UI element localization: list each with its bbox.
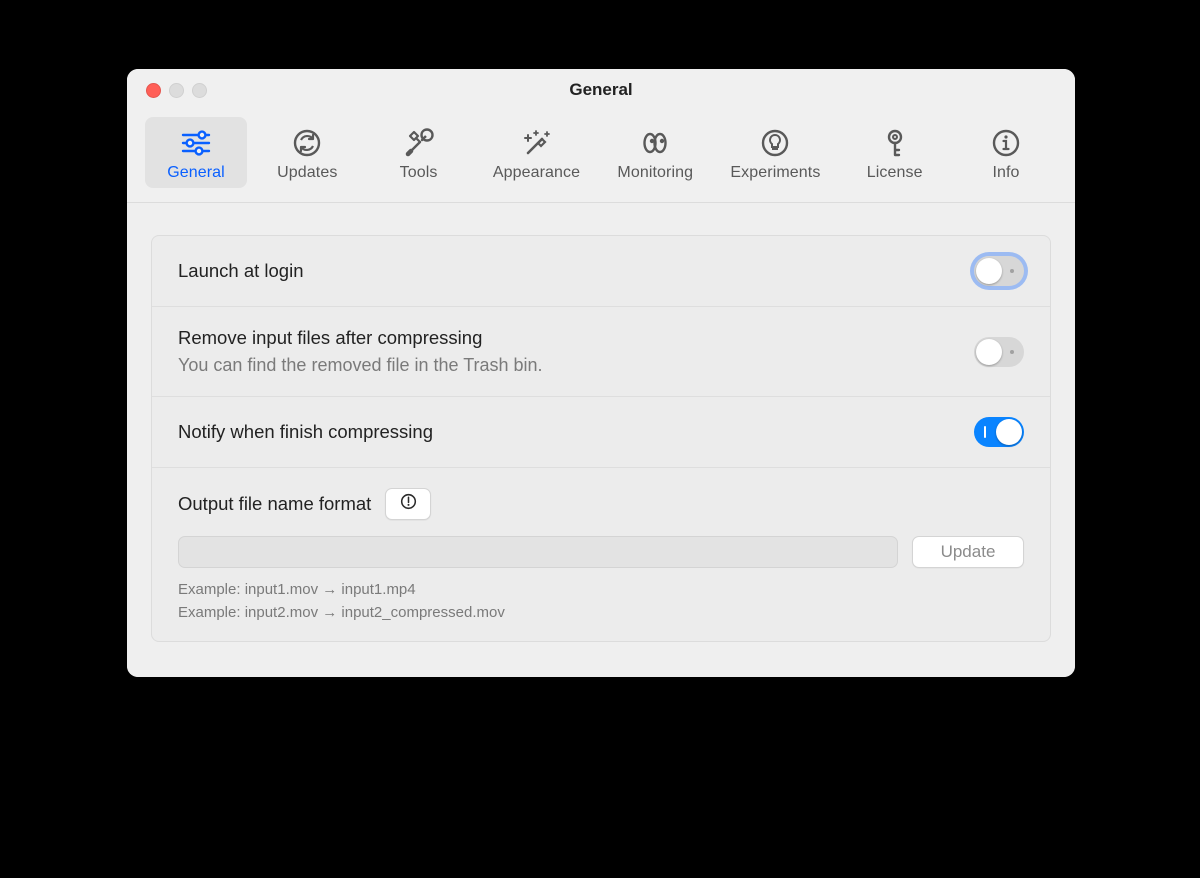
tab-experiments-label: Experiments [730,164,820,182]
tab-monitoring-label: Monitoring [617,164,693,182]
tab-monitoring[interactable]: Monitoring [603,117,707,188]
settings-panel: Launch at login Remove input files after… [151,235,1051,642]
toggle-remove-input[interactable] [974,337,1024,367]
window-title: General [569,80,632,100]
tab-appearance[interactable]: Appearance [479,117,594,188]
output-format-label: Output file name format [178,493,371,515]
remove-input-label: Remove input files after compressing [178,327,543,349]
traffic-lights [146,83,207,98]
remove-input-sublabel: You can find the removed file in the Tra… [178,355,543,376]
tab-tools-label: Tools [400,164,438,182]
tab-license-label: License [867,164,923,182]
output-format-update-button[interactable]: Update [912,536,1024,568]
preferences-window: General General [127,69,1075,677]
tab-experiments[interactable]: Experiments [716,117,834,188]
tab-general-label: General [167,164,225,182]
tab-license[interactable]: License [844,117,946,188]
output-example-2: Example: input2.mov → input2_compressed.… [178,601,1024,624]
output-format-input[interactable] [178,536,898,568]
key-icon [878,126,912,160]
tab-general[interactable]: General [145,117,247,188]
lightbulb-icon [758,126,792,160]
refresh-icon [290,126,324,160]
output-example-1: Example: input1.mov → input1.mp4 [178,578,1024,601]
eyes-icon [638,126,672,160]
tab-updates-label: Updates [277,164,337,182]
sliders-icon [179,126,213,160]
row-launch-at-login: Launch at login [152,236,1050,307]
wand-sparkles-icon [519,126,553,160]
exclamation-circle-icon [400,493,417,515]
notify-label: Notify when finish compressing [178,421,433,443]
info-icon [989,126,1023,160]
launch-at-login-label: Launch at login [178,260,304,282]
zoom-window-button[interactable] [192,83,207,98]
row-notify: Notify when finish compressing [152,397,1050,468]
minimize-window-button[interactable] [169,83,184,98]
preferences-toolbar: General Updates [127,111,1075,203]
tab-info-label: Info [992,164,1019,182]
tools-icon [402,126,436,160]
close-window-button[interactable] [146,83,161,98]
tab-updates[interactable]: Updates [256,117,358,188]
titlebar: General [127,69,1075,111]
tab-tools[interactable]: Tools [368,117,470,188]
output-format-help-button[interactable] [385,488,431,520]
toggle-notify[interactable] [974,417,1024,447]
tab-info[interactable]: Info [955,117,1057,188]
update-button-label: Update [941,542,996,562]
row-output-format: Output file name format [152,468,1050,641]
row-remove-input: Remove input files after compressing You… [152,307,1050,397]
content-area: Launch at login Remove input files after… [127,203,1075,677]
tab-appearance-label: Appearance [493,164,580,182]
toggle-launch-at-login[interactable] [974,256,1024,286]
